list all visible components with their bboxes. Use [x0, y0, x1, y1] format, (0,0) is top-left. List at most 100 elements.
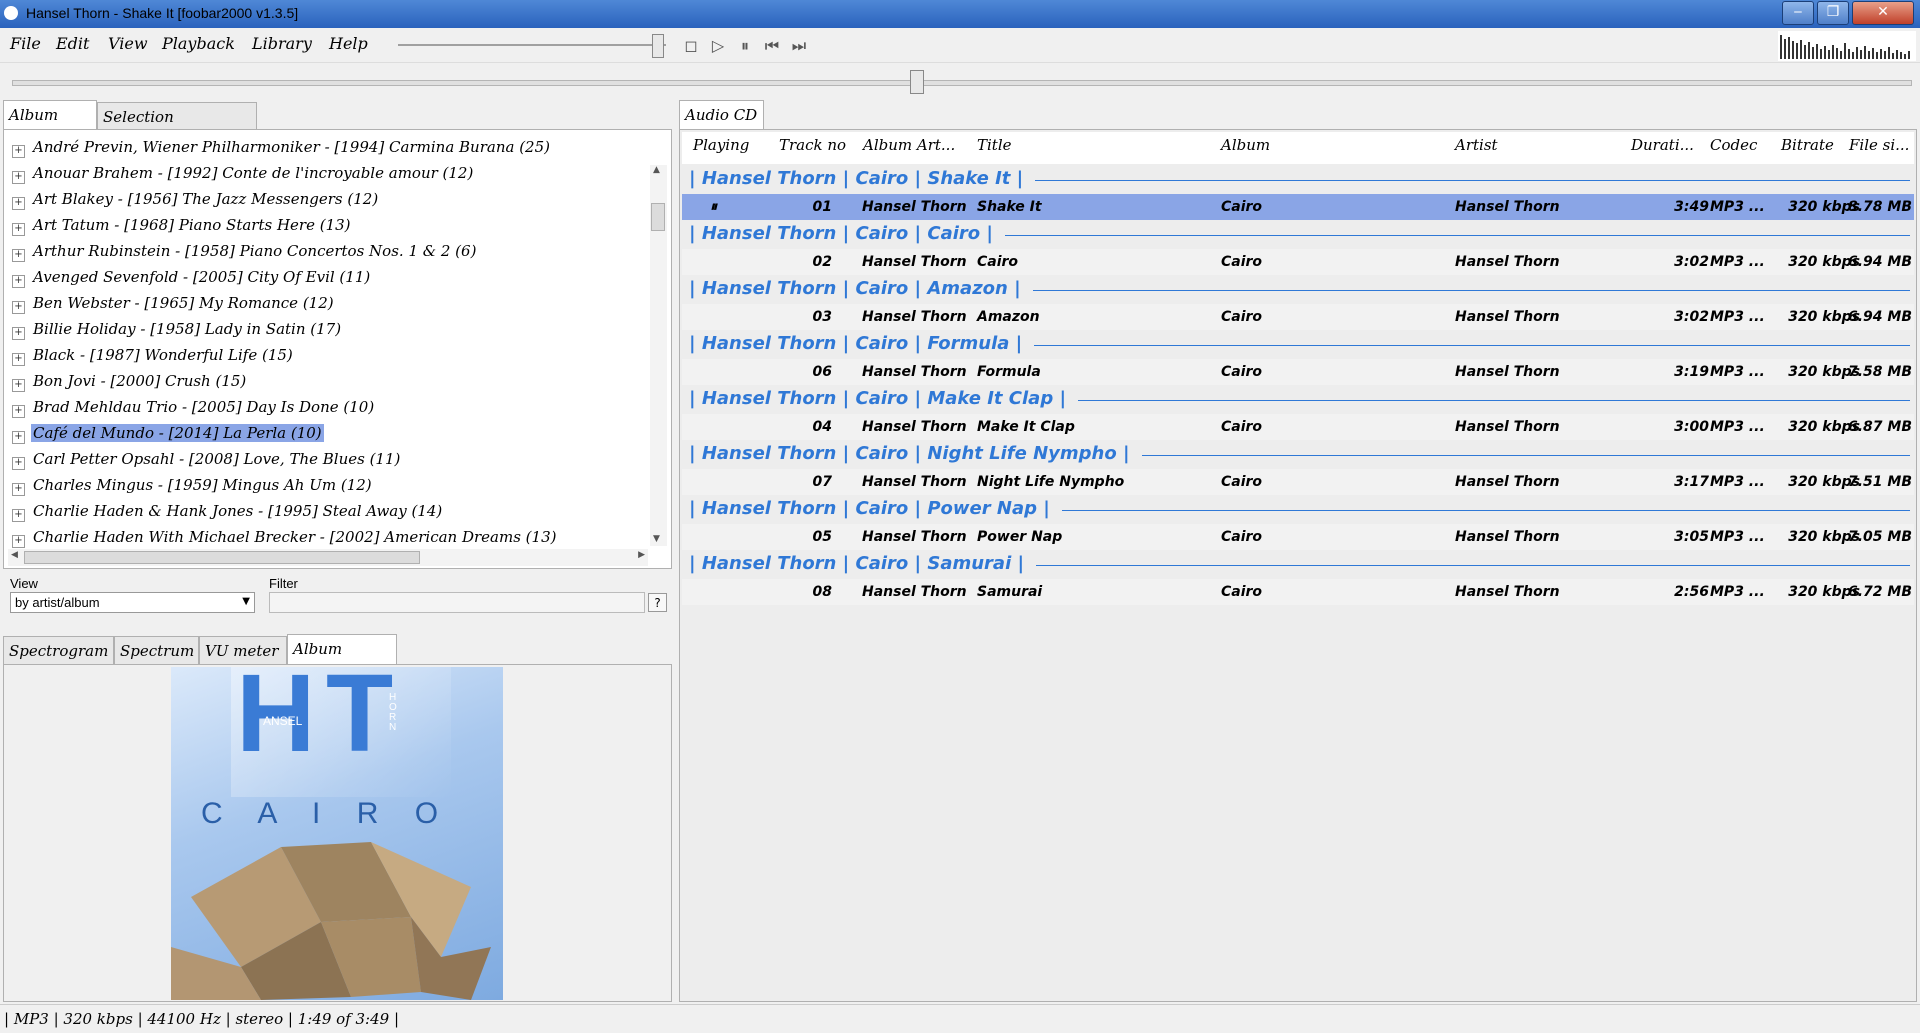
seek-bar[interactable]: [12, 80, 1912, 86]
album-list-item[interactable]: + Ben Webster - [1965] My Romance (12): [12, 290, 336, 316]
horizontal-scrollbar[interactable]: ◀ ▶: [8, 549, 648, 566]
album-list-item[interactable]: + Art Tatum - [1968] Piano Starts Here (1…: [12, 212, 353, 238]
group-header[interactable]: | Hansel Thorn | Cairo | Power Nap |: [689, 498, 1050, 526]
filter-input[interactable]: [269, 592, 645, 613]
cell-title: Formula: [977, 364, 1041, 380]
volume-slider[interactable]: [398, 44, 666, 46]
expand-icon[interactable]: +: [12, 301, 25, 314]
album-list-item[interactable]: + André Previn, Wiener Philharmoniker - […: [12, 134, 552, 160]
menu-file[interactable]: File: [10, 34, 41, 53]
track-row[interactable]: 06 Hansel Thorn Formula Cairo Hansel Thorn 3:…: [682, 359, 1914, 385]
vertical-scrollbar[interactable]: ▲ ▼: [650, 165, 667, 546]
album-list-item[interactable]: + Black - [1987] Wonderful Life (15): [12, 342, 295, 368]
col-artist[interactable]: Artist: [1455, 136, 1498, 154]
tab-audio-cd[interactable]: Audio CD: [679, 100, 764, 130]
expand-icon[interactable]: +: [12, 379, 25, 392]
track-row[interactable]: 03 Hansel Thorn Amazon Cairo Hansel Thorn 3:0…: [682, 304, 1914, 330]
expand-icon[interactable]: +: [12, 145, 25, 158]
menu-help[interactable]: Help: [329, 34, 368, 53]
previous-icon[interactable]: ⏮: [761, 35, 783, 57]
vertical-scroll-thumb[interactable]: [651, 203, 665, 231]
group-header[interactable]: | Hansel Thorn | Cairo | Shake It |: [689, 168, 1023, 196]
col-album[interactable]: Album: [1221, 136, 1270, 154]
scroll-down-icon[interactable]: ▼: [653, 534, 660, 544]
group-header[interactable]: | Hansel Thorn | Cairo | Night Life Nymp…: [689, 443, 1130, 471]
col-title[interactable]: Title: [977, 136, 1012, 154]
album-list-item[interactable]: + Arthur Rubinstein - [1958] Piano Concer…: [12, 238, 478, 264]
maximize-button[interactable]: ❐: [1817, 1, 1849, 25]
col-playing[interactable]: Playing: [693, 136, 749, 154]
expand-icon[interactable]: +: [12, 275, 25, 288]
expand-icon[interactable]: +: [12, 431, 25, 444]
horizontal-scroll-thumb[interactable]: [24, 551, 420, 564]
group-header[interactable]: | Hansel Thorn | Cairo | Samurai |: [689, 553, 1024, 581]
expand-icon[interactable]: +: [12, 405, 25, 418]
group-header[interactable]: | Hansel Thorn | Cairo | Formula |: [689, 333, 1022, 361]
cell-album: Cairo: [1221, 529, 1263, 545]
album-list-item[interactable]: + Anouar Brahem - [1992] Conte de l'incro…: [12, 160, 475, 186]
expand-icon[interactable]: +: [12, 483, 25, 496]
expand-icon[interactable]: +: [12, 197, 25, 210]
view-select[interactable]: by artist/album ▼: [10, 592, 255, 613]
album-list-item[interactable]: + Bon Jovi - [2000] Crush (15): [12, 368, 248, 394]
expand-icon[interactable]: +: [12, 223, 25, 236]
track-row[interactable]: 07 Hansel Thorn Night Life Nympho Cairo Hans…: [682, 469, 1914, 495]
tab-selection-properties[interactable]: Selection Properties: [97, 102, 257, 154]
title-bar[interactable]: Hansel Thorn - Shake It [foobar2000 v1.3…: [0, 0, 1920, 28]
col-codec[interactable]: Codec: [1710, 136, 1757, 154]
stop-icon[interactable]: ◻: [680, 35, 702, 57]
col-bitrate[interactable]: Bitrate: [1781, 136, 1834, 154]
album-list-item[interactable]: + Charlie Haden & Hank Jones - [1995] Ste…: [12, 498, 444, 524]
track-row[interactable]: 05 Hansel Thorn Power Nap Cairo Hansel Thorn…: [682, 524, 1914, 550]
seek-handle[interactable]: [910, 70, 924, 94]
col-track-no[interactable]: Track no: [779, 136, 846, 154]
filter-help-button[interactable]: ?: [648, 593, 667, 612]
track-row[interactable]: 08 Hansel Thorn Samurai Cairo Hansel Thorn 2:…: [682, 579, 1914, 605]
album-list-item[interactable]: + Charlie Haden With Michael Brecker - [2…: [12, 524, 558, 550]
track-row[interactable]: 02 Hansel Thorn Cairo Cairo Hansel Thorn 3:02…: [682, 249, 1914, 275]
album-list-item[interactable]: + Billie Holiday - [1958] Lady in Satin (…: [12, 316, 343, 342]
expand-icon[interactable]: +: [12, 457, 25, 470]
expand-icon[interactable]: +: [12, 509, 25, 522]
album-list-item[interactable]: + Carl Petter Opsahl - [2008] Love, The B…: [12, 446, 402, 472]
expand-icon[interactable]: +: [12, 353, 25, 366]
next-icon[interactable]: ⏭: [788, 35, 810, 57]
group-divider: [1142, 455, 1910, 456]
col-file-size[interactable]: File si...: [1849, 136, 1909, 154]
album-list-item[interactable]: + Art Blakey - [1956] The Jazz Messengers…: [12, 186, 380, 212]
minimize-button[interactable]: ‒: [1782, 1, 1814, 25]
tab-vu-meter[interactable]: VU meter: [199, 636, 287, 664]
col-duration[interactable]: Durati...: [1631, 136, 1694, 154]
scroll-left-icon[interactable]: ◀: [11, 550, 18, 560]
tab-album-cover[interactable]: Album Cover: [287, 634, 397, 686]
col-album-artist[interactable]: Album Art...: [863, 136, 955, 154]
scroll-up-icon[interactable]: ▲: [653, 165, 660, 175]
group-header[interactable]: | Hansel Thorn | Cairo | Cairo |: [689, 223, 993, 251]
expand-icon[interactable]: +: [12, 171, 25, 184]
album-list-item[interactable]: + Charles Mingus - [1959] Mingus Ah Um (1…: [12, 472, 374, 498]
tab-album-list[interactable]: Album List: [3, 100, 97, 152]
expand-icon[interactable]: +: [12, 327, 25, 340]
expand-icon[interactable]: +: [12, 249, 25, 262]
group-header[interactable]: | Hansel Thorn | Cairo | Amazon |: [689, 278, 1021, 306]
track-row[interactable]: ⏸ 01 Hansel Thorn Shake It Cairo Hansel Thorn…: [682, 194, 1914, 220]
volume-handle[interactable]: [652, 34, 664, 58]
album-list-item[interactable]: + Brad Mehldau Trio - [2005] Day Is Done …: [12, 394, 376, 420]
tab-spectrogram[interactable]: Spectrogram: [3, 636, 114, 664]
cell-file-size: 7.05 MB: [1847, 529, 1912, 545]
expand-icon[interactable]: +: [12, 535, 25, 548]
cell-album: Cairo: [1221, 254, 1263, 270]
menu-playback[interactable]: Playback: [162, 34, 235, 53]
track-row[interactable]: 04 Hansel Thorn Make It Clap Cairo Hansel Th…: [682, 414, 1914, 440]
menu-library[interactable]: Library: [252, 34, 312, 53]
album-list-item[interactable]: + Avenged Sevenfold - [2005] City Of Evil…: [12, 264, 372, 290]
menu-edit[interactable]: Edit: [56, 34, 89, 53]
close-button[interactable]: ✕: [1852, 1, 1914, 25]
tab-spectrum[interactable]: Spectrum: [114, 636, 199, 664]
play-icon[interactable]: ▷: [707, 35, 729, 57]
album-list-item[interactable]: + Café del Mundo - [2014] La Perla (10): [12, 420, 324, 446]
scroll-right-icon[interactable]: ▶: [638, 550, 645, 560]
menu-view[interactable]: View: [108, 34, 148, 53]
pause-icon[interactable]: ⏸: [734, 35, 756, 57]
group-header[interactable]: | Hansel Thorn | Cairo | Make It Clap |: [689, 388, 1066, 416]
